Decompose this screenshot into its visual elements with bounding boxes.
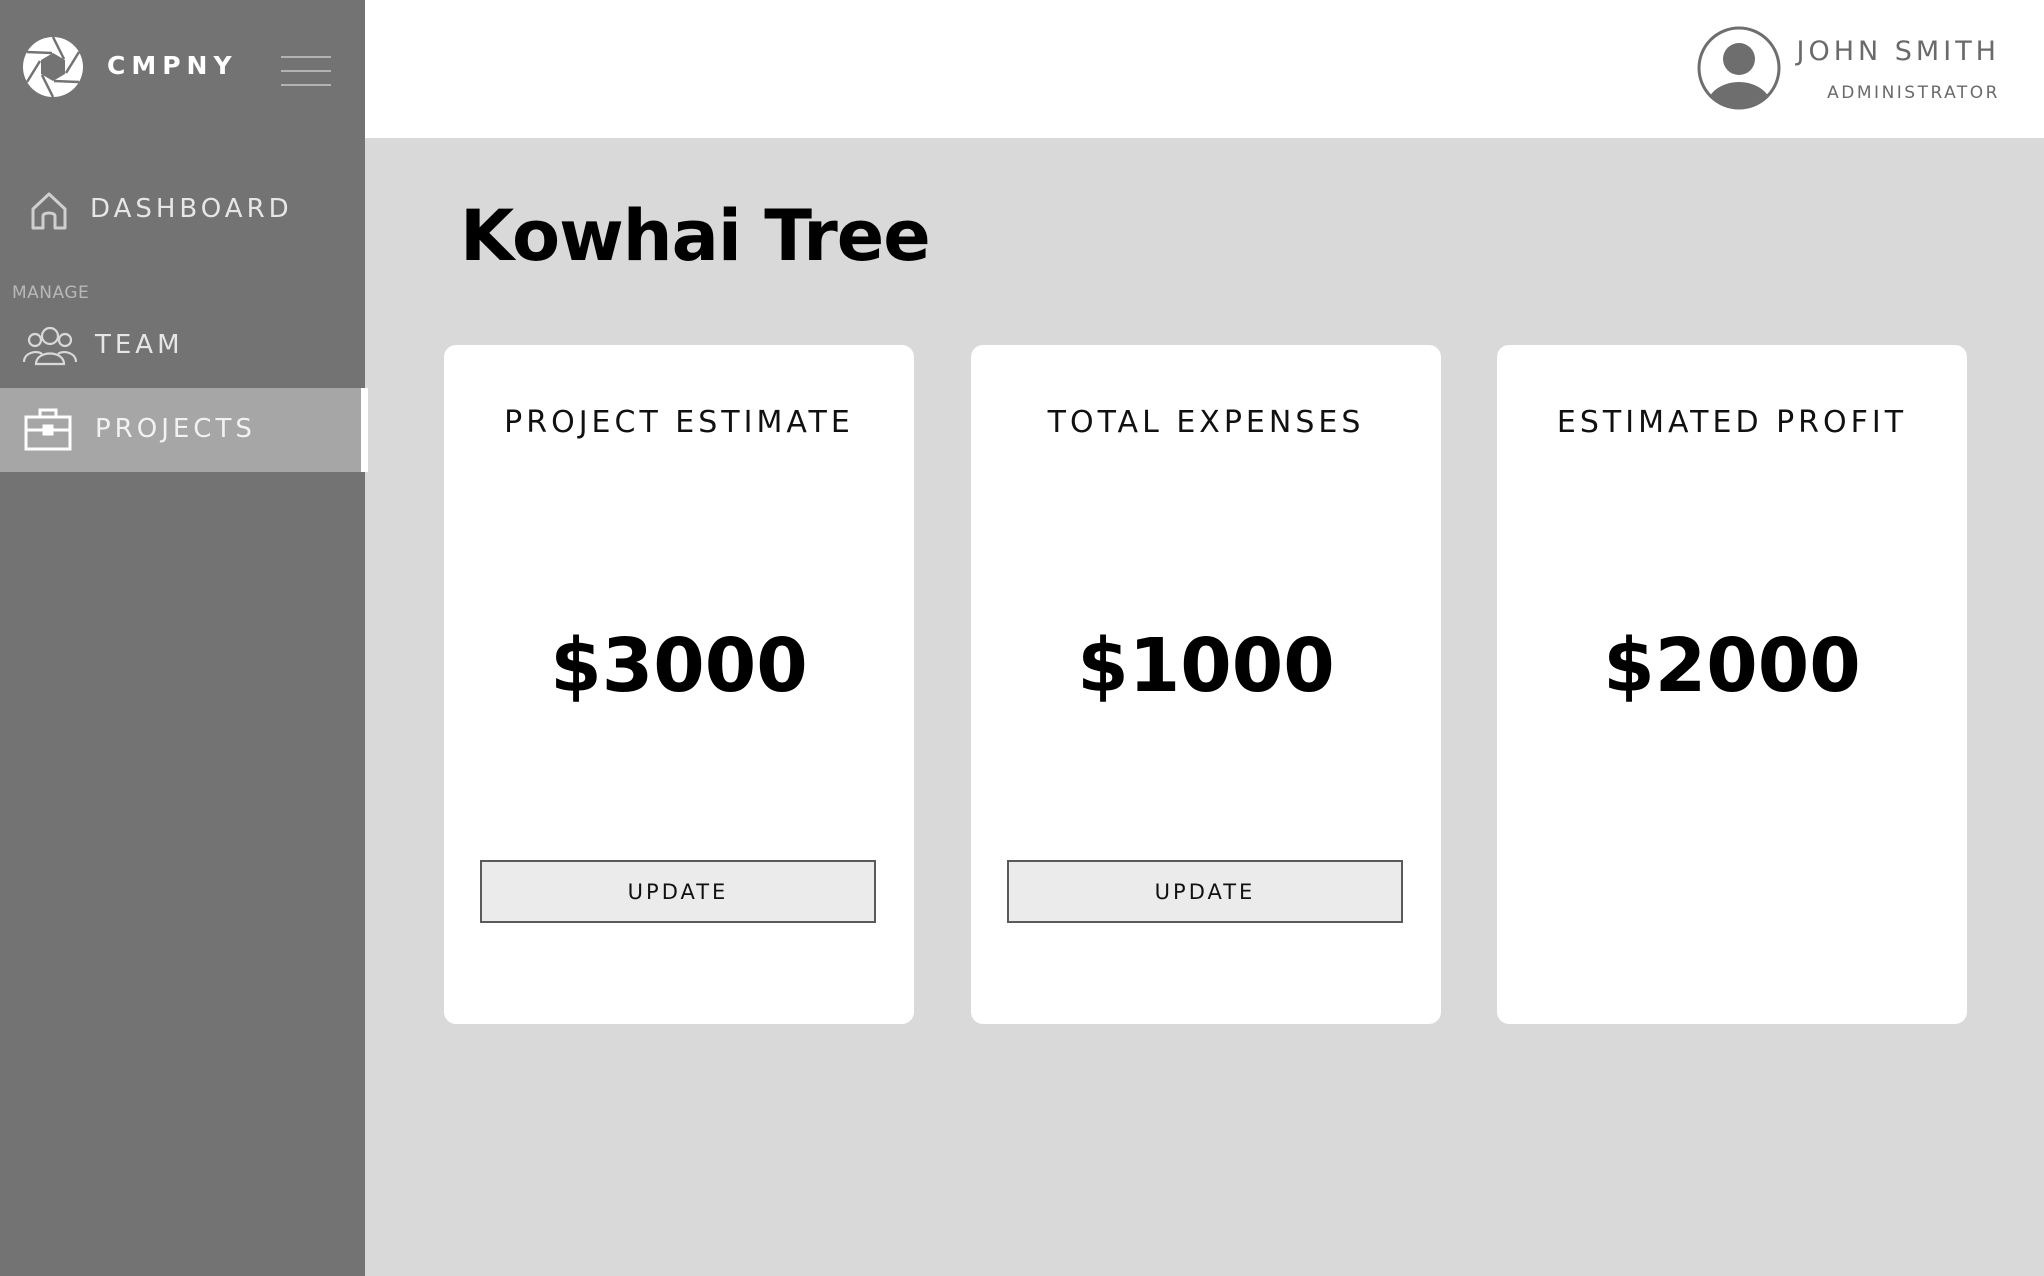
menu-toggle-icon[interactable]	[281, 56, 331, 88]
page-title: Kowhai Tree	[460, 195, 931, 277]
user-avatar-icon[interactable]	[1697, 26, 1781, 110]
sidebar-item-label: TEAM	[95, 330, 184, 360]
estimated-profit-card: ESTIMATED PROFIT $2000	[1497, 345, 1967, 1024]
card-value: $2000	[1603, 623, 1861, 709]
update-estimate-button[interactable]: UPDATE	[480, 860, 876, 923]
project-estimate-card: PROJECT ESTIMATE $3000 UPDATE	[444, 345, 914, 1024]
briefcase-icon	[24, 408, 72, 451]
total-expenses-card: TOTAL EXPENSES $1000 UPDATE	[971, 345, 1441, 1024]
team-icon	[22, 326, 78, 366]
brand-name: CMPNY	[107, 51, 238, 80]
home-icon	[31, 192, 67, 230]
sidebar-item-team[interactable]: TEAM	[0, 314, 365, 378]
user-role: ADMINISTRATOR	[1827, 83, 2000, 103]
user-name[interactable]: JOHN SMITH	[1797, 36, 2001, 67]
card-title: TOTAL EXPENSES	[1047, 405, 1365, 440]
card-title: ESTIMATED PROFIT	[1556, 405, 1908, 440]
sidebar-item-label: PROJECTS	[95, 414, 256, 444]
top-bar	[365, 0, 2044, 138]
sidebar-item-projects[interactable]: PROJECTS	[0, 388, 365, 472]
aperture-logo-icon[interactable]	[22, 36, 84, 98]
card-title: PROJECT ESTIMATE	[504, 405, 854, 440]
active-item-indicator	[361, 388, 368, 472]
sidebar-item-label: DASHBOARD	[90, 194, 293, 224]
card-value: $3000	[550, 623, 808, 709]
section-label-manage: MANAGE	[12, 283, 90, 303]
update-expenses-button[interactable]: UPDATE	[1007, 860, 1403, 923]
sidebar: CMPNY DASHBOARD MANAGE TEAM PROJECTS	[0, 0, 365, 1276]
sidebar-item-dashboard[interactable]: DASHBOARD	[0, 180, 365, 244]
card-value: $1000	[1077, 623, 1335, 709]
